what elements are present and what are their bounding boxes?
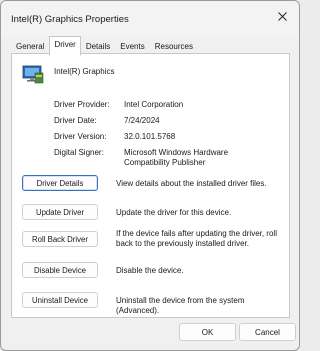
close-icon <box>277 11 287 21</box>
properties-dialog: Intel(R) Graphics Properties General Dri… <box>0 0 300 351</box>
tab-events[interactable]: Events <box>115 38 149 54</box>
digital-signer-value: Microsoft Windows Hardware Compatibility… <box>124 148 229 167</box>
driver-tab-panel: Intel(R) Graphics Driver Provider: Intel… <box>11 53 290 318</box>
driver-details-description: View details about the installed driver … <box>116 179 267 188</box>
driver-provider-label: Driver Provider: <box>54 100 110 109</box>
update-driver-button[interactable]: Update Driver <box>22 204 98 220</box>
digital-signer-label: Digital Signer: <box>54 148 104 157</box>
window-title: Intel(R) Graphics Properties <box>11 14 129 25</box>
title-bar: Intel(R) Graphics Properties <box>1 1 299 37</box>
tab-resources[interactable]: Resources <box>150 38 198 54</box>
uninstall-device-description: Uninstall the device from the system (Ad… <box>116 296 245 315</box>
display-adapter-icon <box>22 65 44 84</box>
update-driver-description: Update the driver for this device. <box>116 208 232 217</box>
tab-details[interactable]: Details <box>81 38 115 54</box>
cancel-button[interactable]: Cancel <box>239 323 296 341</box>
driver-date-label: Driver Date: <box>54 116 97 125</box>
driver-version-label: Driver Version: <box>54 132 107 141</box>
driver-version-value: 32.0.101.5768 <box>124 132 176 141</box>
disable-device-button[interactable]: Disable Device <box>22 262 98 278</box>
device-name: Intel(R) Graphics <box>54 67 115 76</box>
close-button[interactable] <box>265 1 299 31</box>
roll-back-driver-button[interactable]: Roll Back Driver <box>22 231 98 247</box>
uninstall-device-button[interactable]: Uninstall Device <box>22 292 98 308</box>
tab-driver[interactable]: Driver <box>49 36 81 56</box>
driver-provider-value: Intel Corporation <box>124 100 184 109</box>
driver-date-value: 7/24/2024 <box>124 116 160 125</box>
tab-strip: General Driver Details Events Resources <box>11 36 198 56</box>
driver-details-button[interactable]: Driver Details <box>22 175 98 191</box>
roll-back-driver-description: If the device fails after updating the d… <box>116 229 277 248</box>
disable-device-description: Disable the device. <box>116 266 184 275</box>
ok-button[interactable]: OK <box>179 323 236 341</box>
tab-general[interactable]: General <box>11 38 49 54</box>
